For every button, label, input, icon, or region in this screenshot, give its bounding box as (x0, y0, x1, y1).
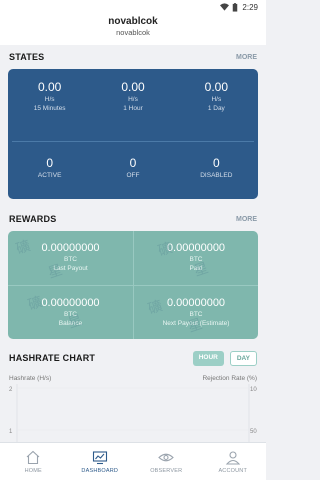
hashrate-period: 15 Minutes (33, 105, 66, 112)
hashrate-value: 0.00 (121, 80, 145, 94)
page-subtitle: novablcok (116, 28, 150, 37)
hashrate-unit: H/s (128, 96, 138, 103)
status-time: 2:29 (242, 2, 258, 12)
chart-header: HASHRATE CHART HOUR DAY (0, 349, 266, 367)
hashrate-period: 1 Day (207, 105, 225, 112)
reward-label: Balance (58, 320, 83, 327)
workers-label: OFF (126, 172, 140, 179)
rewards-card: 0.00000000 BTC Last Payout 0.00000000 BT… (8, 231, 258, 339)
right-axis-label: Rejection Rate (%) (202, 375, 257, 382)
page-title: novablcok (108, 16, 158, 27)
battery-icon (233, 2, 238, 12)
header: novablcok novablcok (0, 14, 266, 45)
day-toggle-button[interactable]: DAY (229, 350, 257, 366)
reward-label: Last Payout (53, 265, 88, 272)
user-icon (225, 450, 240, 465)
workers-count: 0 (46, 156, 53, 170)
hashrate-unit: H/s (211, 96, 222, 103)
status-bar: 2:29 (0, 0, 266, 14)
rewards-title: REWARDS (9, 214, 57, 224)
nav-home[interactable]: HOME (3, 450, 63, 474)
right-tick-label: 100 (250, 387, 257, 393)
nav-label: OBSERVER (150, 467, 183, 474)
reward-unit: BTC (189, 256, 203, 263)
reward-unit: BTC (64, 311, 77, 318)
workers-disabled: 0 DISABLED (175, 156, 258, 199)
hashrate-value: 0.00 (37, 80, 62, 94)
left-tick-label: 1 (9, 429, 13, 435)
chart-axis-labels: Hashrate (H/s) Rejection Rate (%) (0, 375, 266, 382)
nav-observer[interactable]: OBSERVER (136, 450, 196, 474)
eye-icon (158, 453, 175, 461)
rewards-more-link[interactable]: MORE (236, 216, 257, 223)
hour-toggle-button[interactable]: HOUR (192, 350, 224, 366)
reward-label: Paid (189, 265, 203, 272)
reward-paid: 0.00000000 BTC Paid (133, 231, 258, 285)
right-tick-label: 50 (250, 429, 257, 435)
reward-unit: BTC (64, 256, 77, 263)
hashrate-15min: 0.00 H/s 15 Minutes (8, 80, 91, 141)
workers-active: 0 ACTIVE (8, 156, 91, 199)
states-header: STATES MORE (0, 49, 266, 65)
hashrate-unit: H/s (44, 96, 55, 103)
reward-value: 0.00000000 (166, 297, 226, 309)
reward-last-payout: 0.00000000 BTC Last Payout (8, 231, 133, 285)
rewards-header: REWARDS MORE (0, 211, 266, 227)
workers-count: 0 (212, 156, 220, 170)
workers-count: 0 (129, 156, 137, 170)
bottom-nav: HOME DASHBOARD OBSERVER ACCOUNT (0, 442, 266, 480)
reward-value: 0.00000000 (41, 242, 100, 254)
states-card: 0.00 H/s 15 Minutes 0.00 H/s 1 Hour 0.00… (8, 69, 258, 199)
hashrate-value: 0.00 (204, 80, 228, 94)
hashrate-period: 1 Hour (123, 105, 143, 112)
dashboard-icon (92, 450, 107, 464)
chart-range-toggle: HOUR DAY (192, 350, 257, 366)
workers-off: 0 OFF (91, 156, 174, 199)
nav-label: DASHBOARD (81, 467, 119, 474)
workers-label: ACTIVE (37, 172, 62, 179)
chart-title: HASHRATE CHART (9, 353, 96, 363)
reward-unit: BTC (189, 311, 203, 318)
reward-next-payout: 0.00000000 BTC Next Payout (Estimate) (133, 285, 258, 339)
reward-label: Next Payout (Estimate) (162, 320, 230, 327)
workers-label: DISABLED (200, 172, 233, 179)
reward-value: 0.00000000 (41, 297, 100, 309)
nav-dashboard[interactable]: DASHBOARD (70, 450, 130, 474)
states-title: STATES (9, 52, 45, 62)
nav-label: HOME (24, 467, 42, 474)
nav-label: ACCOUNT (218, 467, 248, 474)
hashrate-1hour: 0.00 H/s 1 Hour (91, 80, 174, 141)
wifi-icon (220, 3, 230, 11)
left-tick-label: 2 (9, 387, 13, 393)
reward-balance: 0.00000000 BTC Balance (8, 285, 133, 339)
home-icon (26, 450, 40, 464)
states-more-link[interactable]: MORE (236, 54, 257, 61)
left-axis-label: Hashrate (H/s) (9, 375, 52, 382)
hashrate-1day: 0.00 H/s 1 Day (175, 80, 258, 141)
reward-value: 0.00000000 (166, 242, 226, 254)
nav-account[interactable]: ACCOUNT (203, 450, 263, 474)
